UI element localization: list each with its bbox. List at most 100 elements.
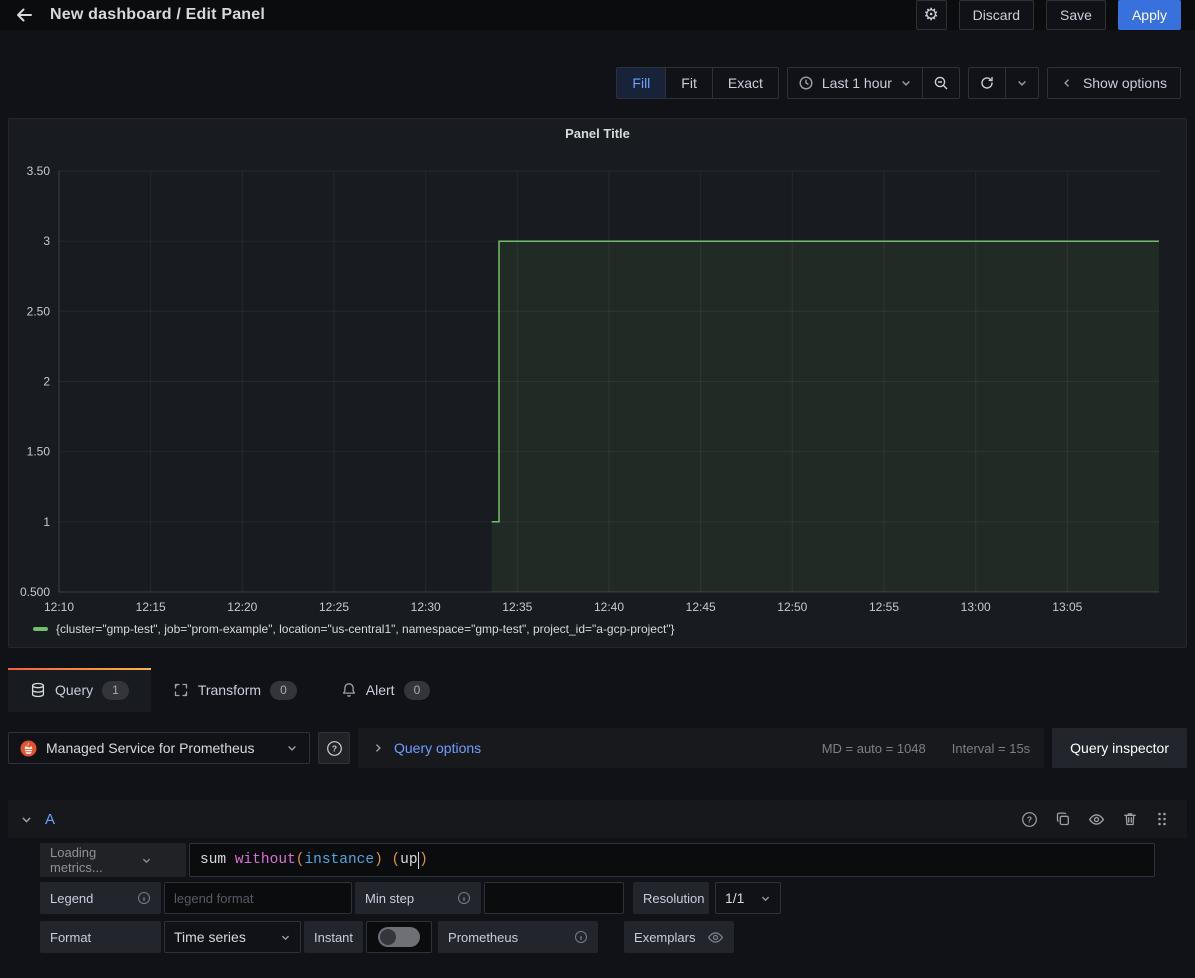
format-select[interactable]: Time series [164,921,301,953]
display-mode-fit[interactable]: Fit [666,68,713,98]
tab-alert[interactable]: Alert 0 [319,668,452,712]
svg-text:12:25: 12:25 [319,600,349,614]
legend-label-block: Legend [40,882,161,914]
delete-query-trash-icon[interactable] [1122,811,1138,827]
tab-transform-label: Transform [198,682,261,698]
panel-settings-button[interactable]: ⚙ [916,0,947,30]
query-ref-id: A [45,811,55,828]
instant-toggle[interactable] [366,921,432,953]
resolution-value: 1/1 [725,890,744,906]
zoom-out-button[interactable] [923,68,959,98]
exemplars-label: Exemplars [634,930,695,945]
min-step-input[interactable] [484,882,624,914]
svg-text:12:35: 12:35 [502,600,532,614]
back-arrow-icon[interactable] [14,5,34,25]
query-options-meta: MD = auto = 1048 Interval = 15s [822,741,1030,756]
tab-alert-label: Alert [366,682,395,698]
toggle-track [378,927,420,947]
max-data-points-info: MD = auto = 1048 [822,741,926,756]
resolution-select[interactable]: 1/1 [715,882,781,914]
svg-text:12:40: 12:40 [594,600,624,614]
prometheus-icon [20,740,37,757]
resolution-label: Resolution [643,891,704,906]
tab-query[interactable]: Query 1 [8,668,151,712]
editor-tabs: Query 1 Transform 0 Alert 0 [8,668,452,712]
svg-text:?: ? [1027,814,1032,824]
panel-toolbar: Fill Fit Exact Last 1 hour [616,67,1181,99]
prometheus-label: Prometheus [448,930,518,945]
legend-series-label: {cluster="gmp-test", job="prom-example",… [56,622,675,636]
drag-handle-icon[interactable] [1155,811,1169,827]
chevron-down-icon [900,77,912,89]
time-picker-group: Last 1 hour [787,67,960,99]
query-row-header[interactable]: A ? [8,800,1187,838]
svg-text:3.50: 3.50 [27,164,51,178]
panel-title[interactable]: Panel Title [9,119,1186,141]
svg-text:?: ? [331,743,336,753]
save-button[interactable]: Save [1046,0,1106,30]
svg-text:1.50: 1.50 [27,445,51,459]
metrics-select-label: Loading metrics... [50,845,109,875]
tab-transform-count: 0 [270,681,297,700]
help-circle-icon[interactable]: ? [1021,811,1038,828]
gear-icon: ⚙ [923,5,938,25]
exemplars-eye-icon[interactable] [707,929,724,946]
show-options-label: Show options [1083,75,1167,91]
info-circle-icon[interactable] [137,891,151,905]
duplicate-query-icon[interactable] [1055,811,1071,827]
chart-legend-item[interactable]: {cluster="gmp-test", job="prom-example",… [33,622,675,636]
chevron-right-icon [372,742,384,754]
transform-icon [173,682,189,698]
info-circle-icon[interactable] [457,891,471,905]
panel: Panel Title 0.50011.5022.5033.5012:1012:… [8,118,1187,648]
tab-query-label: Query [55,682,93,698]
interval-info: Interval = 15s [952,741,1030,756]
chevron-down-icon [760,893,771,904]
info-circle-icon[interactable] [574,930,588,944]
query-legend-row: Legend Min step Resolution 1/1 [40,882,781,914]
show-options-button[interactable]: Show options [1047,67,1181,99]
svg-text:12:30: 12:30 [411,600,441,614]
display-mode-fill[interactable]: Fill [617,68,666,98]
promql-input[interactable]: sum without(instance) (up) [189,843,1155,877]
datasource-picker[interactable]: Managed Service for Prometheus [8,732,310,764]
datasource-help-button[interactable]: ? [318,732,350,764]
tab-transform[interactable]: Transform 0 [151,668,319,712]
legend-color-swatch [33,627,48,631]
bell-icon [341,682,357,698]
svg-text:13:00: 13:00 [961,600,991,614]
discard-button[interactable]: Discard [959,0,1034,30]
datasource-name: Managed Service for Prometheus [46,740,277,756]
refresh-button[interactable] [969,68,1006,98]
apply-button[interactable]: Apply [1118,0,1181,30]
chevron-down-icon [280,932,291,943]
database-icon [30,682,46,698]
clock-icon [798,75,814,91]
chevron-down-icon [117,855,176,866]
time-range-picker[interactable]: Last 1 hour [788,68,923,98]
chevron-down-icon [286,742,298,754]
query-inspector-button[interactable]: Query inspector [1052,728,1187,768]
query-format-row: Format Time series Instant Prometheus Ex… [40,921,734,953]
svg-text:2: 2 [43,375,50,389]
collapse-chevron-icon[interactable] [20,813,33,826]
format-value: Time series [174,929,246,945]
display-mode-exact[interactable]: Exact [713,68,778,98]
legend-format-input[interactable] [164,882,352,914]
svg-text:13:05: 13:05 [1052,600,1082,614]
page-title: New dashboard / Edit Panel [50,6,265,24]
metrics-browser-select[interactable]: Loading metrics... [40,843,186,877]
svg-text:1: 1 [43,515,50,529]
refresh-interval-dropdown[interactable] [1006,68,1038,98]
toggle-knob [380,929,396,945]
help-circle-icon: ? [326,740,343,757]
svg-text:12:20: 12:20 [227,600,257,614]
svg-text:12:10: 12:10 [44,600,74,614]
query-options-toggle[interactable]: Query options [394,740,481,756]
instant-label-block: Instant [304,921,363,953]
refresh-icon [979,75,995,91]
format-label: Format [50,930,91,945]
instant-label: Instant [314,930,353,945]
time-series-chart[interactable]: 0.50011.5022.5033.5012:1012:1512:2012:25… [9,163,1172,625]
hide-query-eye-icon[interactable] [1088,811,1105,828]
